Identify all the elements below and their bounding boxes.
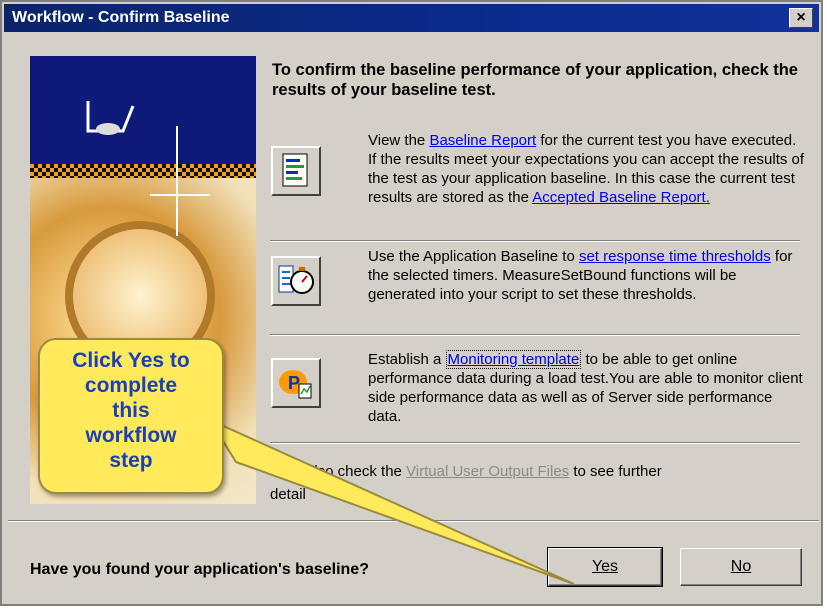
runner-figure-icon bbox=[86, 101, 135, 135]
virtual-user-output-files-link[interactable]: Virtual User Output Files bbox=[406, 463, 569, 480]
callout-line: this bbox=[112, 399, 150, 422]
report-document-icon[interactable] bbox=[271, 146, 321, 196]
baseline-report-description: View the Baseline Report for the current… bbox=[368, 132, 805, 206]
monitoring-icon[interactable]: P bbox=[271, 358, 321, 408]
baseline-question: Have you found your application's baseli… bbox=[30, 561, 369, 578]
output-files-description: also check the Virtual User Output Files… bbox=[306, 463, 662, 480]
monitoring-description: Establish a Monitoring template to be ab… bbox=[368, 350, 803, 425]
no-button[interactable]: No bbox=[680, 548, 802, 586]
separator bbox=[270, 240, 800, 242]
monitoring-template-link[interactable]: Monitoring template bbox=[445, 350, 582, 369]
title-bar: Workflow - Confirm Baseline × bbox=[4, 4, 819, 32]
separator bbox=[270, 334, 800, 336]
separator bbox=[270, 442, 800, 444]
callout-line: step bbox=[109, 449, 153, 472]
callout-bubble: Click Yes to complete this workflow step bbox=[38, 338, 224, 494]
stopwatch-thresholds-icon[interactable] bbox=[271, 256, 321, 306]
close-button[interactable]: × bbox=[789, 8, 813, 28]
page-heading: To confirm the baseline performance of y… bbox=[272, 61, 798, 99]
set-thresholds-link[interactable]: set response time thresholds bbox=[579, 248, 771, 265]
svg-text:P: P bbox=[288, 373, 300, 393]
callout-line: complete bbox=[84, 374, 178, 397]
baseline-report-link[interactable]: Baseline Report bbox=[429, 132, 536, 149]
thresholds-description: Use the Application Baseline to set resp… bbox=[368, 248, 793, 303]
accepted-baseline-report-link[interactable]: Accepted Baseline Report. bbox=[532, 189, 710, 206]
callout-line: workflow bbox=[85, 424, 177, 447]
output-files-description-line2: detail bbox=[270, 486, 306, 503]
yes-button[interactable]: Yes bbox=[547, 547, 663, 587]
footer-separator bbox=[8, 520, 819, 522]
window-title: Workflow - Confirm Baseline bbox=[12, 9, 230, 26]
callout-line: Click Yes to bbox=[72, 349, 190, 372]
